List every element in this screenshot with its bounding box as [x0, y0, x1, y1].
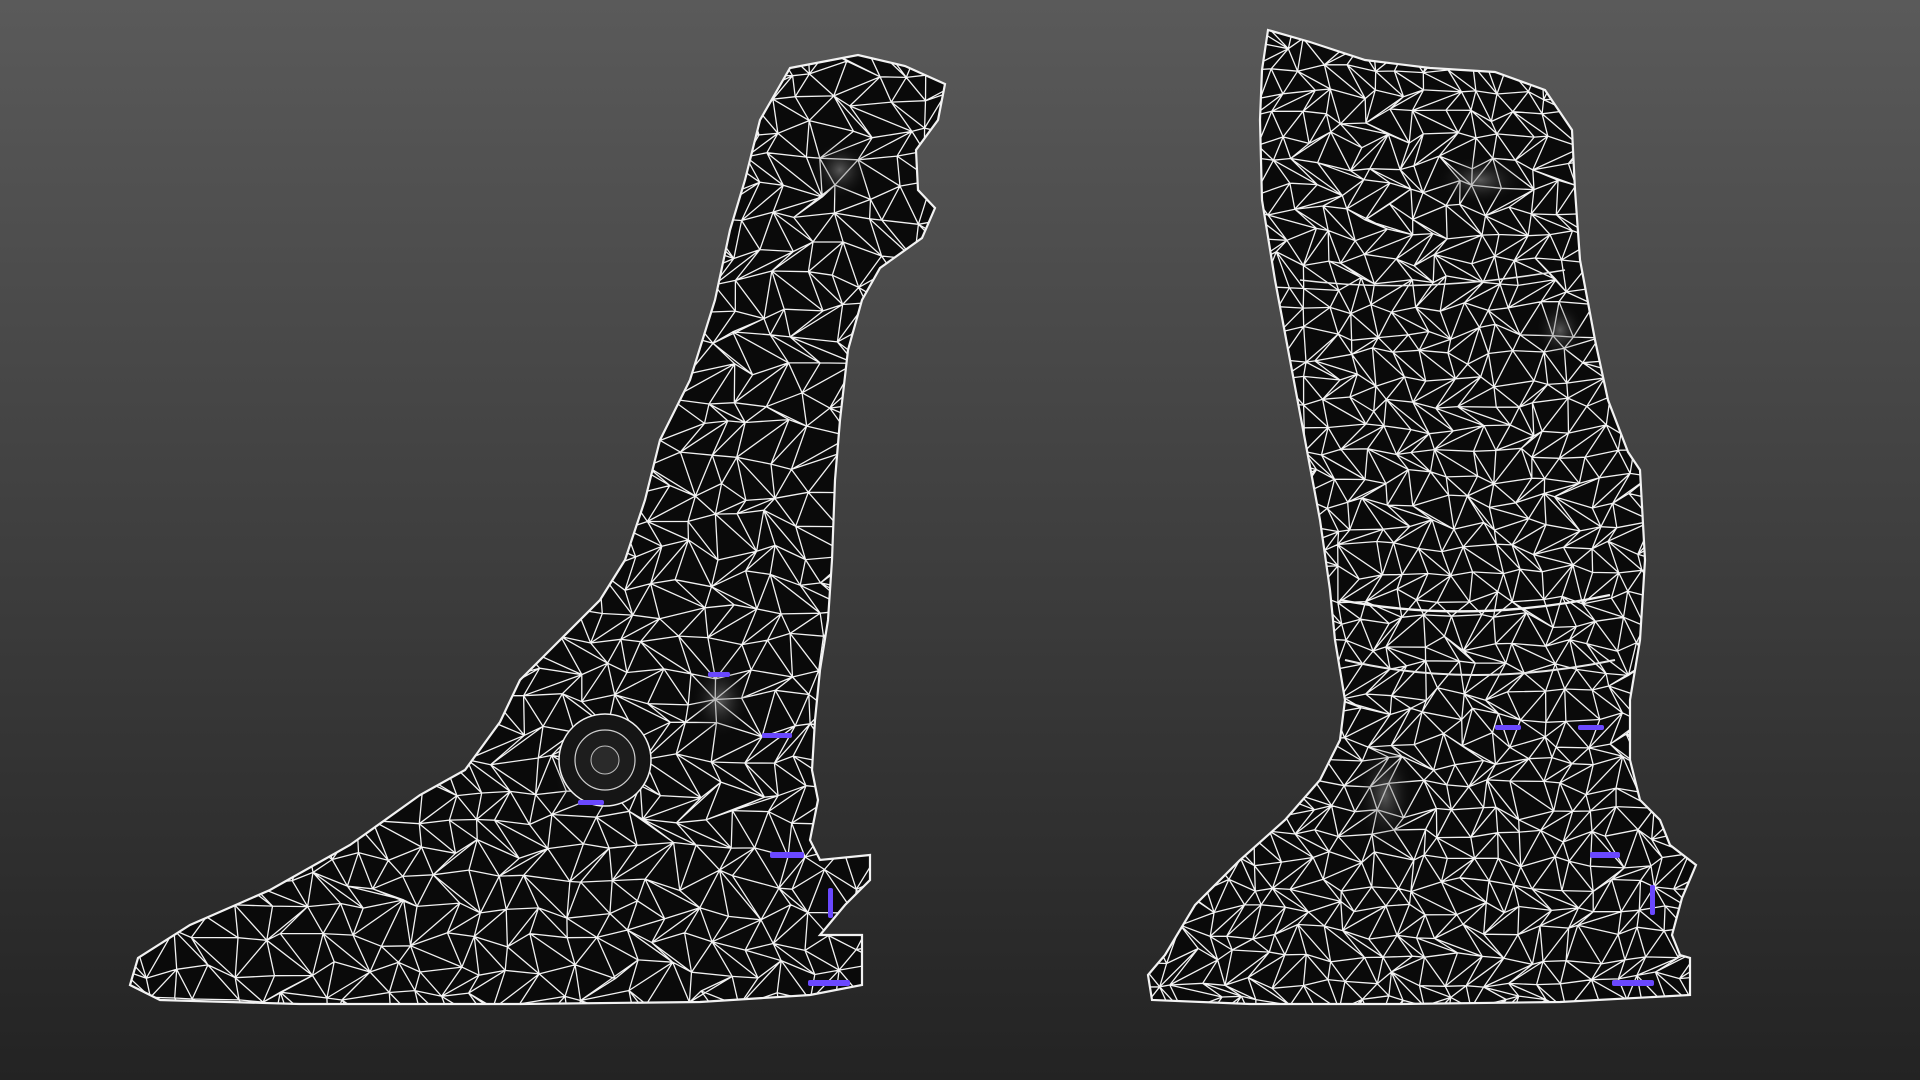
wireframe-render [0, 0, 1920, 1080]
render-viewport [0, 0, 1920, 1080]
ankle-joint [558, 713, 652, 807]
